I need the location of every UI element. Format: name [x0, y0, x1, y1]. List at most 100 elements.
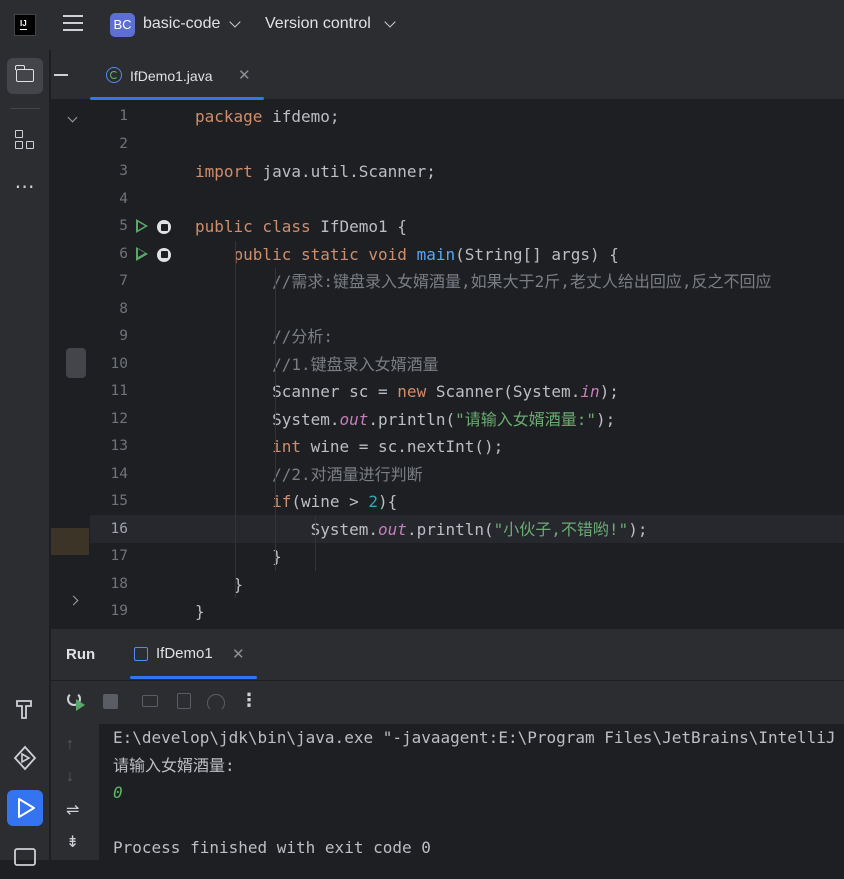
- soft-wrap-icon[interactable]: ⇌: [66, 800, 79, 820]
- code-line[interactable]: 11 Scanner sc = new Scanner(System.in);: [90, 378, 844, 406]
- code-token: }: [195, 602, 205, 621]
- line-number: 14: [110, 465, 128, 482]
- code-line[interactable]: 7 //需求:键盘录入女婿酒量,如果大于2斤,老丈人给出回应,反之不回应: [90, 268, 844, 296]
- line-number: 10: [110, 355, 128, 372]
- code-text[interactable]: //分析:: [195, 323, 333, 351]
- rerun-icon[interactable]: [65, 690, 87, 712]
- run-tab-ifdemo1[interactable]: IfDemo1: [156, 645, 213, 662]
- code-token: out: [339, 409, 369, 429]
- run-tool-button[interactable]: [7, 790, 43, 826]
- code-line[interactable]: 13 int wine = sc.nextInt();: [90, 433, 844, 461]
- stop-icon[interactable]: [100, 690, 122, 712]
- main-menu-icon[interactable]: [63, 15, 83, 35]
- code-text[interactable]: public static void main(String[] args) {: [195, 241, 619, 269]
- project-tool-button[interactable]: [7, 58, 43, 94]
- active-tab-indicator: [130, 676, 257, 679]
- arrow-up-icon[interactable]: ↑: [66, 736, 74, 754]
- code-line[interactable]: 12 System.out.println("请输入女婿酒量:");: [90, 406, 844, 434]
- close-icon[interactable]: ✕: [238, 66, 251, 84]
- code-token: 2: [368, 492, 379, 511]
- services-icon[interactable]: [7, 740, 43, 776]
- project-badge[interactable]: BC: [110, 13, 135, 37]
- version-control-menu[interactable]: Version control: [265, 15, 371, 33]
- code-text[interactable]: //需求:键盘录入女婿酒量,如果大于2斤,老丈人给出回应,反之不回应: [195, 268, 772, 296]
- close-icon[interactable]: ✕: [232, 645, 245, 663]
- console-line: 0: [113, 783, 123, 802]
- intellij-logo-icon[interactable]: IJ: [14, 14, 36, 36]
- scroll-to-end-icon[interactable]: ⇟: [66, 832, 79, 852]
- code-token: java.util.Scanner;: [262, 162, 436, 181]
- code-text[interactable]: int wine = sc.nextInt();: [195, 433, 503, 461]
- camera-icon[interactable]: [139, 690, 161, 712]
- collapse-icon[interactable]: [54, 74, 68, 76]
- terminal-icon[interactable]: [7, 840, 43, 876]
- code-line[interactable]: 6 public static void main(String[] args)…: [90, 241, 844, 269]
- code-line[interactable]: 5 public class IfDemo1 {: [90, 213, 844, 241]
- code-token: //需求:键盘录入女婿酒量,如果大于2斤,老丈人给出回应,反之不回应: [195, 272, 772, 291]
- line-number: 13: [110, 438, 128, 454]
- more-options-icon[interactable]: ⋮: [238, 690, 260, 712]
- divider: [10, 108, 40, 109]
- more-tools-icon[interactable]: ⋯: [7, 172, 43, 208]
- run-gutter-icon[interactable]: [136, 219, 148, 233]
- run-panel-title: Run: [66, 646, 96, 663]
- folder-icon: [15, 65, 34, 82]
- run-gutter-icon[interactable]: [136, 246, 148, 261]
- code-token: main: [416, 244, 456, 264]
- code-text[interactable]: package ifdemo;: [195, 103, 340, 131]
- debug-gutter-icon[interactable]: [157, 247, 171, 262]
- build-hammer-icon[interactable]: [7, 690, 43, 726]
- code-line[interactable]: 4: [90, 186, 844, 214]
- code-line[interactable]: 15 if(wine > 2){: [90, 488, 844, 516]
- code-text[interactable]: //1.键盘录入女婿酒量: [195, 351, 439, 379]
- code-text[interactable]: Scanner sc = new Scanner(System.in);: [195, 378, 619, 406]
- line-number: 12: [110, 410, 128, 427]
- code-line[interactable]: 1 package ifdemo;: [90, 103, 844, 131]
- line-number: 11: [110, 383, 128, 399]
- exit-icon[interactable]: [174, 690, 196, 712]
- line-number: 4: [119, 190, 128, 207]
- code-text[interactable]: }: [195, 598, 205, 626]
- code-line[interactable]: 8: [90, 296, 844, 324]
- code-token: //2.对酒量进行判断: [195, 464, 423, 484]
- line-number: 16: [110, 520, 128, 537]
- code-token: System.: [195, 409, 340, 429]
- code-token: ifdemo;: [272, 107, 340, 126]
- code-token: public static void: [195, 244, 417, 264]
- code-text[interactable]: System.out.println("小伙子,不错哟!");: [195, 516, 648, 544]
- debug-gutter-icon[interactable]: [157, 220, 171, 234]
- code-line[interactable]: 10 //1.键盘录入女婿酒量: [90, 351, 844, 379]
- code-line[interactable]: 9 //分析:: [90, 323, 844, 351]
- console-line: 请输入女婿酒量:: [113, 755, 235, 775]
- tab-label[interactable]: IfDemo1.java: [130, 68, 212, 84]
- code-line[interactable]: 19}: [90, 598, 844, 626]
- console-line: Process finished with exit code 0: [113, 838, 431, 857]
- code-text[interactable]: }: [195, 543, 282, 571]
- code-line[interactable]: 2: [90, 131, 844, 159]
- line-number: 6: [119, 245, 128, 262]
- structure-tool-button[interactable]: [7, 122, 43, 158]
- code-text[interactable]: System.out.println("请输入女婿酒量:");: [195, 406, 615, 434]
- code-line[interactable]: 14 //2.对酒量进行判断: [90, 461, 844, 489]
- profiler-gauge-icon[interactable]: [205, 690, 227, 712]
- scroll-thumb[interactable]: [66, 348, 86, 378]
- console-output[interactable]: E:\develop\jdk\bin\java.exe "-javaagent:…: [99, 724, 844, 860]
- code-line[interactable]: 16 System.out.println("小伙子,不错哟!");: [90, 516, 844, 544]
- code-text[interactable]: //2.对酒量进行判断: [195, 461, 423, 489]
- indent-guide: [315, 515, 316, 571]
- arrow-down-icon[interactable]: ↓: [66, 768, 74, 786]
- code-text[interactable]: if(wine > 2){: [195, 488, 397, 516]
- code-line[interactable]: 18 }: [90, 571, 844, 599]
- project-selector[interactable]: basic-code: [143, 15, 220, 33]
- code-token: "请输入女婿酒量:": [455, 409, 597, 429]
- code-token: .println(: [368, 409, 456, 429]
- code-line[interactable]: 3 import java.util.Scanner;: [90, 158, 844, 186]
- code-text[interactable]: public class IfDemo1 {: [195, 213, 407, 241]
- code-line[interactable]: 17 }: [90, 543, 844, 571]
- code-lines[interactable]: 1 package ifdemo; 2 3 import java.util.Scann…: [90, 103, 844, 628]
- code-token: out: [378, 519, 407, 539]
- line-number: 7: [119, 273, 128, 289]
- code-token: );: [596, 409, 616, 429]
- code-text[interactable]: import java.util.Scanner;: [195, 158, 436, 186]
